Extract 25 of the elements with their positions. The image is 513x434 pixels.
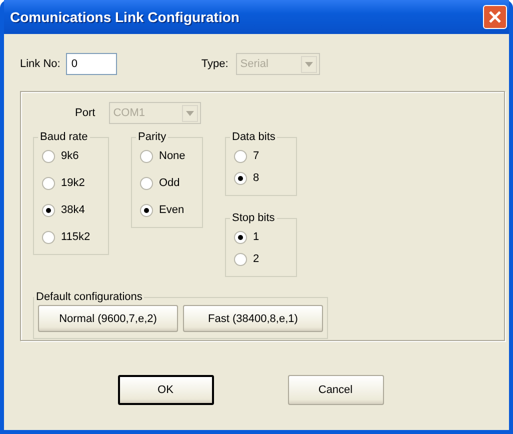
radio-option[interactable]: 2 (234, 250, 284, 268)
group-title: Default configurations (35, 291, 144, 303)
field-label: Port (75, 107, 96, 119)
radio-option[interactable]: 7 (234, 147, 284, 165)
radio-option[interactable]: 1 (234, 228, 284, 246)
group-title: Parity (137, 131, 168, 143)
ok-button[interactable]: OK (118, 375, 214, 405)
group-title: Data bits (231, 131, 276, 143)
radio-option[interactable]: 19k2 (42, 174, 96, 192)
field-label: Link No: (20, 58, 60, 70)
input-field[interactable]: 0 (66, 53, 118, 75)
preset-button[interactable]: Normal (9600,7,e,2) (38, 305, 178, 332)
group-title: Baud rate (39, 131, 89, 143)
window-title: Comunications Link Configuration (10, 9, 240, 25)
radio-option[interactable]: 8 (234, 169, 284, 187)
radio-option[interactable]: 115k2 (42, 228, 96, 246)
preset-button[interactable]: Fast (38400,8,e,1) (183, 305, 323, 332)
radio-option[interactable]: Odd (140, 174, 190, 192)
group-title: Stop bits (231, 212, 276, 224)
radio-option[interactable]: None (140, 147, 190, 165)
radio-option[interactable]: 38k4 (42, 201, 96, 219)
cancel-button[interactable]: Cancel (288, 375, 384, 405)
field-label: Type: (201, 58, 228, 70)
radio-option[interactable]: 9k6 (42, 147, 96, 165)
radio-option[interactable]: Even (140, 201, 190, 219)
